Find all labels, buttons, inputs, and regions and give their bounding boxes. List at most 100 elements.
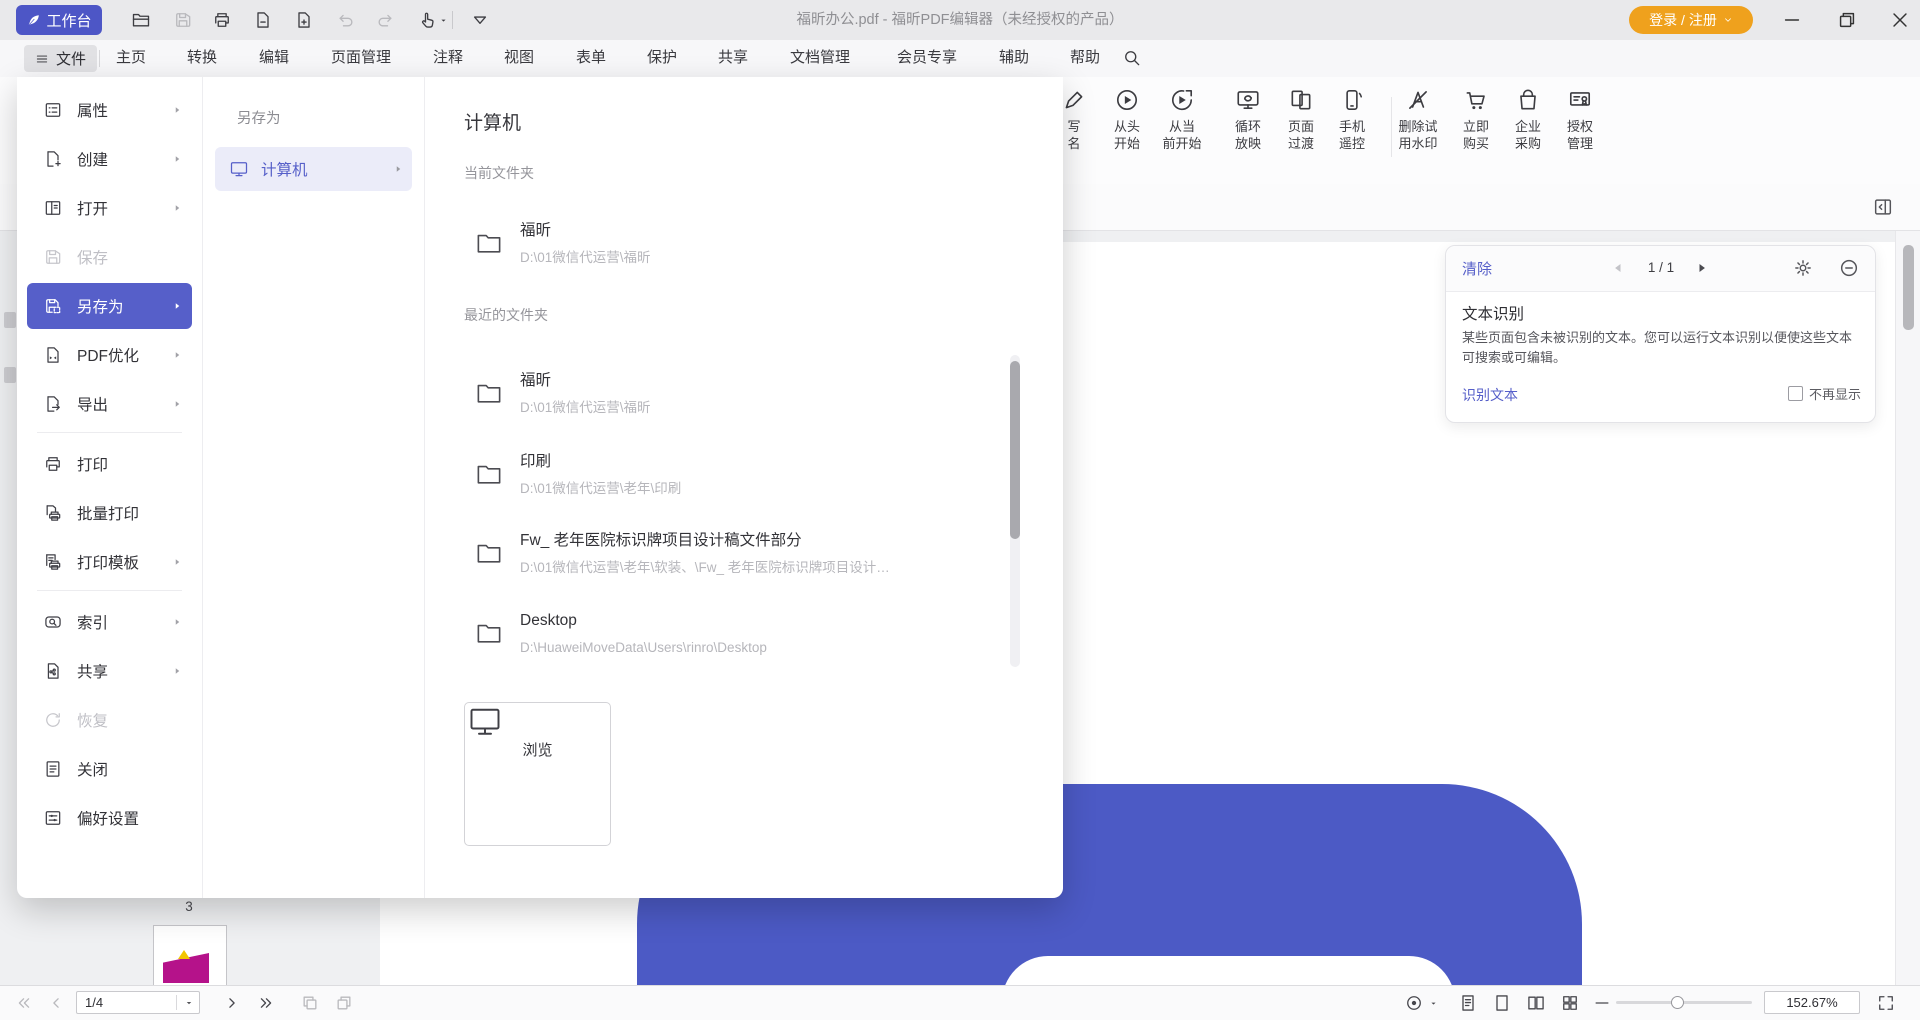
menu-item[interactable]: 编辑 (259, 40, 289, 76)
zoom-slider-thumb[interactable] (1671, 996, 1684, 1009)
file-menu-item[interactable]: 批量打印 (27, 490, 192, 536)
app-window: { "titlebar": { "workbench_label": "工作台"… (0, 0, 1920, 1020)
current-folder-item[interactable]: 福昕 D:\01微信代运营\福昕 (464, 222, 993, 282)
view-mode-caret-icon[interactable] (1428, 998, 1439, 1009)
gear-icon[interactable] (1792, 257, 1814, 279)
file-menu-item[interactable]: 创建 (27, 136, 192, 182)
recognize-text-link[interactable]: 识别文本 (1462, 385, 1518, 405)
first-page-icon[interactable] (14, 993, 34, 1013)
folder-list-scrollbar-thumb[interactable] (1010, 361, 1020, 539)
dont-show-again-checkbox[interactable] (1787, 386, 1803, 401)
recent-folder-item[interactable]: 印刷 D:\01微信代运营\老年\印刷 (464, 453, 993, 513)
delete-page-icon[interactable] (253, 10, 273, 30)
page-dropdown-caret-icon[interactable] (183, 997, 195, 1009)
page-number-input[interactable]: 1/4 (76, 991, 200, 1014)
grid-view-icon[interactable] (1560, 993, 1580, 1013)
continuous-view-icon[interactable] (1492, 993, 1512, 1013)
previous-view-icon[interactable] (300, 993, 320, 1013)
file-menu-item-label: 打印 (77, 457, 109, 474)
vertical-scrollbar-thumb[interactable] (1903, 245, 1914, 330)
hand-tool-caret-icon[interactable] (438, 15, 449, 26)
menu-arrow-icon (175, 559, 180, 565)
login-register-button[interactable]: 登录 / 注册 (1629, 6, 1753, 34)
ribbon-button[interactable]: 删除试 用水印 (1389, 85, 1447, 152)
insert-page-icon[interactable] (294, 10, 314, 30)
zoom-slider-track[interactable] (1616, 1001, 1752, 1004)
view-mode-icon[interactable] (1404, 993, 1424, 1013)
file-menu-item-label: 偏好设置 (77, 811, 140, 828)
file-menu-item[interactable]: 导出 (27, 381, 192, 427)
menu-item[interactable]: 辅助 (999, 40, 1029, 76)
panel-toggle-icon[interactable] (1872, 196, 1894, 218)
computer-item[interactable]: 计算机 (215, 147, 412, 191)
loop-screen-icon (1237, 91, 1259, 109)
file-menu-item[interactable]: 打印 (27, 441, 192, 487)
ribbon-button[interactable]: 循环 放映 (1219, 85, 1277, 152)
ribbon-button[interactable]: 手机 遥控 (1323, 85, 1381, 152)
ribbon-button[interactable]: 页面 过渡 (1272, 85, 1330, 152)
recent-folder-item[interactable]: Desktop D:\HuaweiMoveData\Users\rinro\Des… (464, 612, 993, 672)
file-menu-item-label: 创建 (77, 152, 109, 169)
save-icon[interactable] (173, 10, 193, 30)
menu-divider (37, 432, 182, 433)
file-menu-item[interactable]: 属性 (27, 87, 192, 133)
minimize-button[interactable] (1781, 9, 1803, 31)
menu-item[interactable]: 视图 (504, 40, 534, 76)
menu-item[interactable]: 表单 (576, 40, 606, 76)
workbench-button[interactable]: 工作台 (16, 5, 102, 35)
more-tools-icon[interactable] (470, 10, 490, 30)
next-page-icon[interactable] (222, 993, 242, 1013)
menu-item[interactable]: 页面管理 (331, 40, 391, 76)
recent-folder-item[interactable]: 福昕 D:\01微信代运营\福昕 (464, 372, 993, 432)
menu-item[interactable]: 保护 (647, 40, 677, 76)
menu-item[interactable]: 主页 (116, 40, 146, 76)
redo-icon[interactable] (375, 10, 395, 30)
clear-button[interactable]: 清除 (1462, 258, 1492, 279)
print-icon[interactable] (212, 10, 232, 30)
facing-view-icon[interactable] (1526, 993, 1546, 1013)
ribbon-button[interactable]: 授权 管理 (1551, 85, 1609, 152)
next-view-icon[interactable] (334, 993, 354, 1013)
menu-item-file[interactable]: 文件 (24, 45, 98, 72)
file-menu-item-label: 导出 (77, 397, 109, 414)
single-page-view-icon[interactable] (1458, 993, 1478, 1013)
collapse-icon[interactable] (1838, 257, 1860, 279)
ribbon-button[interactable]: 企业 采购 (1499, 85, 1557, 152)
restore-button[interactable] (1836, 9, 1858, 31)
menu-item[interactable]: 帮助 (1070, 40, 1100, 76)
previous-page-icon[interactable] (46, 993, 66, 1013)
undo-icon[interactable] (336, 10, 356, 30)
menu-item[interactable]: 注释 (433, 40, 463, 76)
file-menu-item[interactable]: 打印模板 (27, 539, 192, 585)
browse-button[interactable]: 浏览 (464, 702, 611, 846)
open-icon (45, 201, 61, 215)
menu-item[interactable]: 共享 (718, 40, 748, 76)
hand-tool-icon[interactable] (418, 10, 438, 30)
ribbon-button[interactable]: 立即 购买 (1447, 85, 1505, 152)
file-menu-item[interactable]: 索引 (27, 599, 192, 645)
next-message-icon[interactable] (1692, 258, 1712, 278)
file-menu-item[interactable]: PDF优化 (27, 332, 192, 378)
menu-item[interactable]: 转换 (187, 40, 217, 76)
menu-item[interactable]: 会员专享 (897, 40, 957, 76)
file-menu-item[interactable]: 关闭 (27, 746, 192, 792)
file-menu-item[interactable]: 另存为 (27, 283, 192, 329)
zoom-level-input[interactable]: 152.67% (1764, 991, 1860, 1014)
zoom-out-icon[interactable] (1592, 993, 1612, 1013)
file-menu-item[interactable]: 恢复 (27, 697, 192, 743)
menu-item[interactable]: 文档管理 (790, 40, 850, 76)
file-menu-item[interactable]: 打开 (27, 185, 192, 231)
file-menu-item[interactable]: 偏好设置 (27, 795, 192, 841)
close-button[interactable] (1889, 9, 1911, 31)
ribbon-button[interactable]: 从头 开始 (1098, 85, 1156, 152)
page-thumbnail[interactable] (153, 925, 227, 986)
search-icon[interactable] (1122, 48, 1142, 68)
last-page-icon[interactable] (256, 993, 276, 1013)
ribbon-button[interactable]: 从当 前开始 (1153, 85, 1211, 152)
folder-path: D:\01微信代运营\老年\软装、\Fw_ 老年医院标识牌项目设计… (520, 560, 890, 575)
recent-folder-item[interactable]: Fw_ 老年医院标识牌项目设计稿文件部分 D:\01微信代运营\老年\软装、\Fw… (464, 532, 993, 592)
file-menu-item[interactable]: 保存 (27, 234, 192, 280)
file-menu-item[interactable]: 共享 (27, 648, 192, 694)
fullscreen-icon[interactable] (1876, 993, 1896, 1013)
open-file-icon[interactable] (131, 10, 151, 30)
